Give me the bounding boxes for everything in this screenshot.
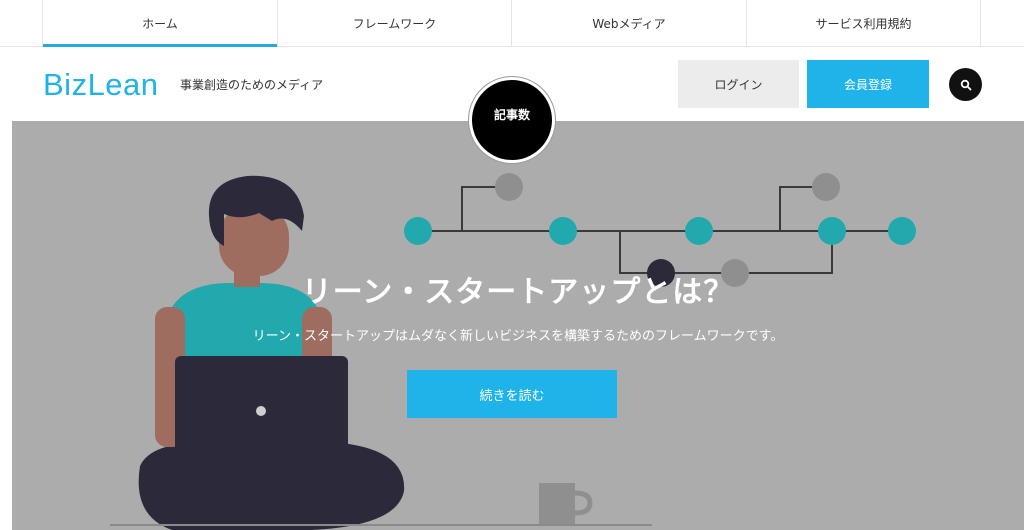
read-more-label: 続きを読む: [479, 388, 545, 404]
tab-web-media[interactable]: Webメディア: [511, 0, 746, 46]
network-node: [404, 217, 432, 245]
tab-terms-label: サービス利用規約: [815, 16, 912, 31]
site-tagline: 事業創造のためのメディア: [180, 78, 324, 92]
tab-home[interactable]: ホーム: [42, 0, 277, 47]
network-node: [888, 217, 916, 245]
network-node: [685, 217, 713, 245]
login-button-label: ログイン: [714, 77, 763, 92]
article-count-badge[interactable]: 記事数: [469, 77, 555, 163]
tab-framework[interactable]: フレームワーク: [277, 0, 511, 46]
network-node: [495, 173, 523, 201]
tab-framework-label: フレームワーク: [352, 16, 437, 31]
mug-illustration: [539, 483, 593, 525]
login-button[interactable]: ログイン: [678, 60, 799, 108]
top-nav: ホーム フレームワーク Webメディア サービス利用規約: [0, 0, 1024, 47]
hero-subtitle: リーン・スタートアップはムダなく新しいビジネスを構築するためのフレームワークです…: [252, 329, 784, 344]
person-figure: [138, 175, 405, 530]
network-node: [818, 217, 846, 245]
network-node: [812, 173, 840, 201]
search-icon: [960, 79, 971, 90]
register-button-label: 会員登録: [843, 77, 892, 92]
tab-web-media-label: Webメディア: [592, 16, 666, 31]
read-more-button[interactable]: 続きを読む: [407, 370, 617, 418]
hero-title: リーン・スタートアップとは？: [301, 275, 735, 310]
network-node: [549, 217, 577, 245]
search-button[interactable]: [949, 68, 982, 101]
site-logo[interactable]: BizLean: [43, 67, 159, 103]
article-count-label: 記事数: [493, 108, 530, 122]
register-button[interactable]: 会員登録: [807, 60, 929, 108]
tab-terms[interactable]: サービス利用規約: [746, 0, 981, 46]
hero-banner: リーン・スタートアップとは？ リーン・スタートアップはムダなく新しいビジネスを構…: [12, 121, 1024, 530]
tab-home-label: ホーム: [142, 16, 178, 31]
